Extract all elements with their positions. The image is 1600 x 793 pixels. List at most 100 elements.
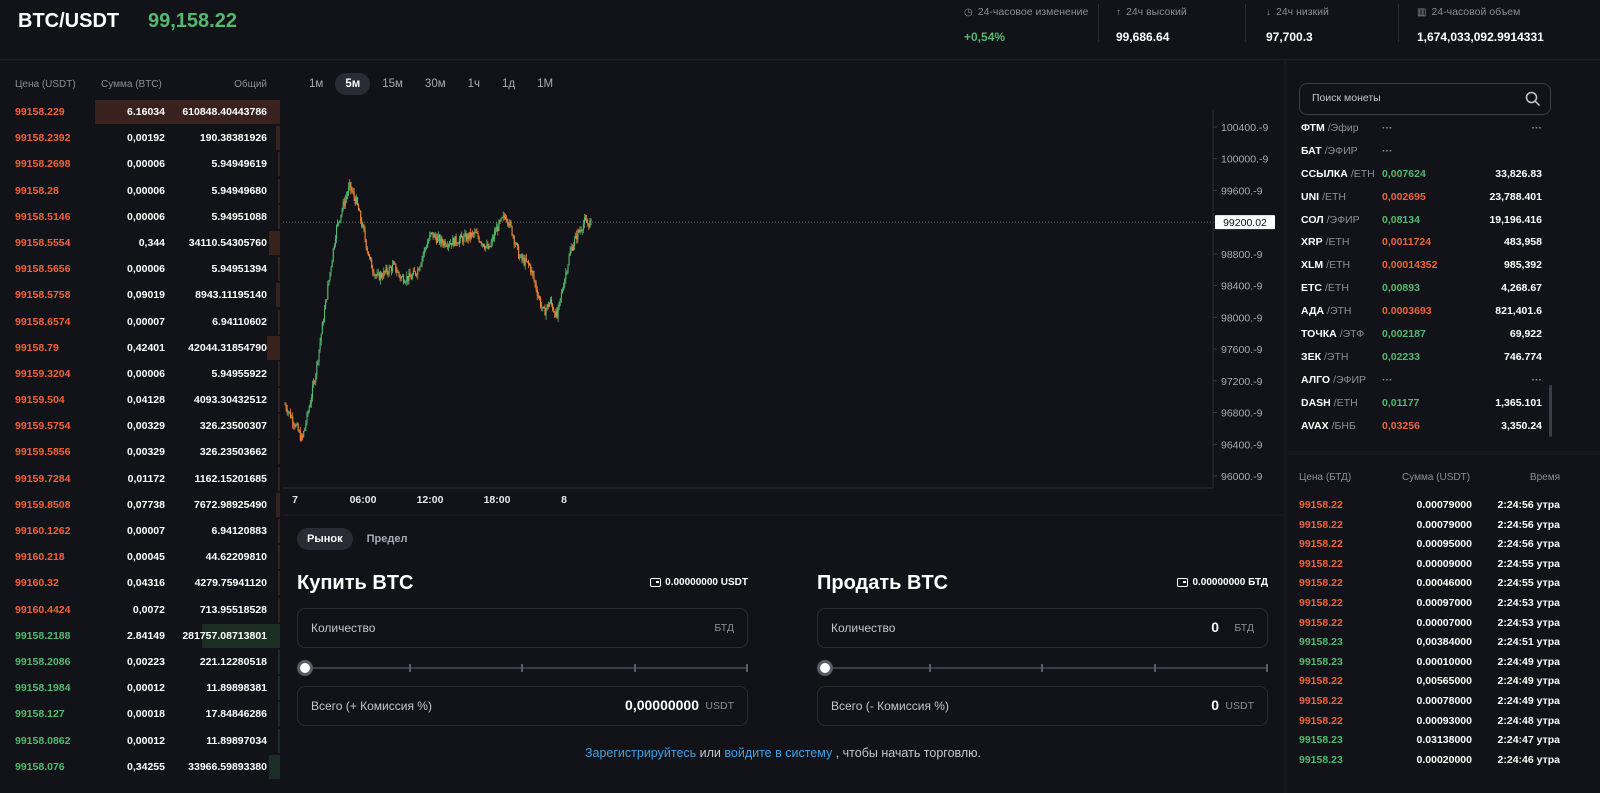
sell-quantity-field[interactable]: Количество 0 БТД	[817, 608, 1268, 648]
market-base: ETC	[1301, 282, 1322, 295]
slider-knob[interactable]	[817, 660, 833, 676]
timeframe-3[interactable]: 30м	[415, 73, 456, 95]
trade-row: 99158.23 0.00010000 2:24:49 утра	[1287, 652, 1600, 672]
ask-row[interactable]: 99158.79 0,42401 42044.31854790	[0, 335, 283, 361]
candle-body	[381, 273, 383, 278]
search-icon[interactable]	[1525, 91, 1541, 107]
ask-row[interactable]: 99160.4424 0,0072 713.95518528	[0, 597, 283, 623]
login-link[interactable]: войдите в систему	[724, 746, 832, 760]
market-row[interactable]: ЗЕК/ЭТН 0,02233 746.774	[1287, 346, 1600, 369]
depth-bar	[267, 335, 280, 360]
sell-amount-slider[interactable]	[817, 660, 1268, 676]
slider-knob[interactable]	[297, 660, 313, 676]
timeframe-6[interactable]: 1М	[527, 73, 563, 95]
register-link[interactable]: Зарегистрируйтесь	[585, 746, 696, 760]
market-row[interactable]: ТОЧКА/ЭТФ 0,002187 69,922	[1287, 323, 1600, 346]
ask-row[interactable]: 99158.2698 0,00006 5.94949619	[0, 151, 283, 177]
market-row[interactable]: DASH/ETH 0,01177 1,365.101	[1287, 392, 1600, 415]
timeframe-0[interactable]: 1м	[299, 73, 333, 95]
market-row[interactable]: XRP/ETH 0,0011724 483,958	[1287, 231, 1600, 254]
tab-market[interactable]: Рынок	[297, 528, 353, 550]
market-volume: 483,958	[1504, 236, 1542, 249]
search-input[interactable]	[1312, 92, 1512, 104]
candle-body	[547, 304, 549, 307]
market-volume: 4,268.67	[1501, 282, 1542, 295]
candle-body	[543, 306, 545, 309]
market-base: ФТМ	[1301, 122, 1325, 134]
market-quote: /Эфир	[1327, 122, 1359, 134]
stat-value: +0,54%	[964, 30, 1006, 44]
row-total: 6.94120883	[211, 525, 267, 537]
ask-row[interactable]: 99158.2392 0,00192 190.38381926	[0, 125, 283, 151]
wallet-icon	[1177, 578, 1189, 587]
ask-row[interactable]: 99159.3204 0,00006 5.94955922	[0, 361, 283, 387]
candle-body	[511, 226, 513, 236]
bid-row[interactable]: 99158.076 0,34255 33966.59893380	[0, 754, 283, 780]
ask-row[interactable]: 99160.32 0,04316 4279.75941120	[0, 570, 283, 596]
candle-body	[436, 237, 439, 243]
stat-value: 97,700.3	[1266, 30, 1313, 44]
sell-total-field[interactable]: Всего (- Комиссия %) 0 USDT	[817, 686, 1268, 726]
timeframe-5[interactable]: 1д	[492, 73, 525, 95]
market-volume: 1,365.101	[1495, 396, 1542, 409]
candle-body	[321, 322, 323, 335]
candlestick-chart[interactable]: 100400.-9100000.-999600.-999200.-998800.…	[283, 61, 1283, 514]
ask-row[interactable]: 99160.218 0,00045 44.62209810	[0, 544, 283, 570]
market-price: ···	[1382, 122, 1393, 134]
timeframe-1[interactable]: 5м	[335, 73, 371, 95]
ask-row[interactable]: 99159.8508 0,07738 7672.98925490	[0, 492, 283, 518]
candle-body	[307, 412, 309, 414]
bid-row[interactable]: 99158.1984 0,00012 11.89898381	[0, 675, 283, 701]
candle-body	[557, 306, 559, 318]
buy-amount-slider[interactable]	[297, 660, 748, 676]
scrollbar[interactable]	[1549, 385, 1552, 437]
bid-row[interactable]: 99158.2188 2.84149 281757.08713801	[0, 623, 283, 649]
ask-row[interactable]: 99160.1262 0,00007 6.94120883	[0, 518, 283, 544]
candle-body	[514, 243, 516, 245]
market-price: 0,0011724	[1382, 236, 1432, 249]
markets-panel: ФТМ/Эфир ··· ··· БАТ/ЭФИР ··· ССЫЛКА/ETH 0,007…	[1287, 61, 1600, 451]
market-row[interactable]: АДА/ЭТН 0.0003693 821,401.6	[1287, 300, 1600, 323]
market-row[interactable]: XLM/ETH 0,00014352 985,392	[1287, 254, 1600, 277]
market-row[interactable]: ETC/ETH 0,00893 4,268.67	[1287, 277, 1600, 300]
bid-row[interactable]: 99158.2086 0,00223 221.12280518	[0, 649, 283, 675]
market-row[interactable]: UNI/ETH 0,002695 23,788.401	[1287, 186, 1600, 209]
ask-row[interactable]: 99158.5146 0,00006 5.94951088	[0, 204, 283, 230]
ask-row[interactable]: 99158.5758 0,09019 8943.11195140	[0, 282, 283, 308]
market-row[interactable]: AVAX/БНБ 0,03256 3,350.24	[1287, 415, 1600, 438]
market-row[interactable]: ФТМ/Эфир ··· ···	[1287, 117, 1600, 140]
ask-row[interactable]: 99159.7284 0,01172 1162.15201685	[0, 466, 283, 492]
market-row[interactable]: СОЛ/ЭФИР 0,08134 19,196.416	[1287, 209, 1600, 232]
candle-body	[427, 242, 429, 248]
market-quote: /ЭФИР	[1326, 213, 1360, 226]
market-row[interactable]: АЛГО/ЭФИР ··· ···	[1287, 369, 1600, 392]
ask-row[interactable]: 99158.5656 0,00006 5.94951394	[0, 256, 283, 282]
ask-row[interactable]: 99159.5754 0,00329 326.23500307	[0, 413, 283, 439]
market-base: XLM	[1301, 259, 1324, 272]
ask-row[interactable]: 99158.28 0,00006 5.94949680	[0, 178, 283, 204]
ask-row[interactable]: 99159.5856 0,00329 326.23503662	[0, 439, 283, 465]
ask-row[interactable]: 99158.6574 0,00007 6.94110602	[0, 309, 283, 335]
ask-row[interactable]: 99158.229 6.16034 610848.40443786	[0, 99, 283, 125]
market-price: 0,007624	[1382, 167, 1426, 180]
market-row[interactable]: БАТ/ЭФИР ···	[1287, 140, 1600, 163]
bid-row[interactable]: 99158.127 0,00018 17.84846286	[0, 701, 283, 727]
buy-total-field[interactable]: Всего (+ Комиссия %) 0,00000000 USDT	[297, 686, 748, 726]
market-volume: 821,401.6	[1495, 305, 1542, 318]
candle-body	[551, 299, 553, 305]
bid-row[interactable]: 99158.0862 0,00012 11.89897034	[0, 728, 283, 754]
tab-limit[interactable]: Предел	[357, 528, 418, 550]
ask-row[interactable]: 99158.5554 0,344 34110.54305760	[0, 230, 283, 256]
candle-body	[388, 267, 390, 274]
candle-body	[328, 280, 330, 285]
row-price: 99158.0862	[15, 734, 71, 747]
candle-body	[300, 435, 303, 441]
market-symbol: DASH/ETH	[1301, 397, 1358, 409]
row-total: 5.94949619	[211, 158, 267, 171]
trade-row: 99158.22 0.00007000 2:24:53 утра	[1287, 613, 1600, 633]
ask-row[interactable]: 99159.504 0,04128 4093.30432512	[0, 387, 283, 413]
market-row[interactable]: ССЫЛКА/ETH 0,007624 33,826.83	[1287, 163, 1600, 186]
timeframe-2[interactable]: 15м	[372, 73, 413, 95]
timeframe-4[interactable]: 1ч	[458, 73, 490, 95]
buy-quantity-field[interactable]: Количество БТД	[297, 608, 748, 648]
